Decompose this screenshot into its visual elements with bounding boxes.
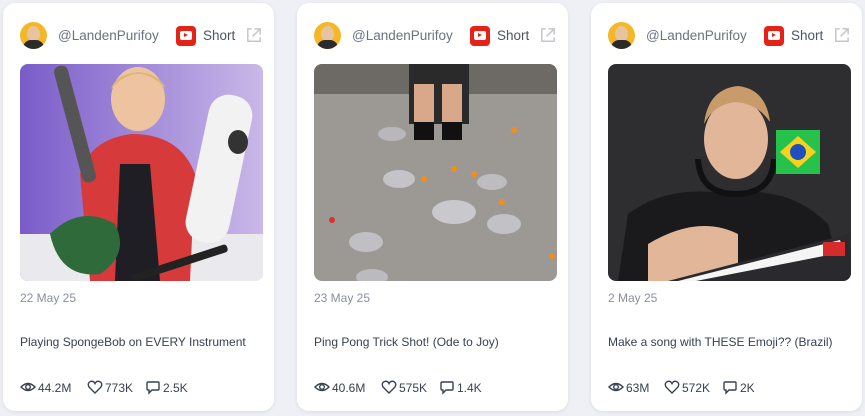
comments-count: 1.4K [457,381,482,395]
video-type-label: Short [791,28,824,43]
publish-date: 23 May 25 [314,291,371,305]
card-header: @LandenPurifoy Short [314,19,557,53]
eye-icon [314,382,330,392]
video-card[interactable]: @LandenPurifoy Short [297,3,568,411]
external-link-icon[interactable] [832,26,851,45]
video-card[interactable]: @LandenPurifoy Short 2 May 25 Make a son… [591,3,862,411]
card-header: @LandenPurifoy Short [20,19,263,53]
publish-date: 2 May 25 [608,291,658,305]
avatar[interactable] [20,22,47,49]
comments-count: 2.5K [163,381,188,395]
external-link-icon[interactable] [538,26,557,45]
likes-count: 572K [682,381,711,395]
heart-icon [664,380,680,394]
heart-icon [381,380,397,394]
video-type-label: Short [497,28,530,43]
video-thumbnail[interactable] [314,64,557,281]
avatar[interactable] [314,22,341,49]
comment-icon [723,381,737,395]
video-type-label: Short [203,28,236,43]
views-count: 40.6M [332,381,366,395]
likes-count: 575K [399,381,428,395]
views-count: 44.2M [38,381,72,395]
publish-date: 22 May 25 [20,291,77,305]
video-title[interactable]: Ping Pong Trick Shot! (Ode to Joy) [314,335,499,349]
video-thumbnail[interactable] [608,64,851,281]
eye-icon [608,382,624,392]
comment-icon [440,381,454,395]
youtube-icon [470,26,490,46]
external-link-icon[interactable] [244,26,263,45]
avatar[interactable] [608,22,635,49]
channel-handle[interactable]: @LandenPurifoy [646,28,747,43]
comments-count: 2K [740,381,755,395]
video-title[interactable]: Playing SpongeBob on EVERY Instrument [20,335,246,349]
eye-icon [20,382,36,392]
likes-count: 773K [105,381,134,395]
heart-icon [87,380,103,394]
card-header: @LandenPurifoy Short [608,19,851,53]
youtube-icon [764,26,784,46]
video-title[interactable]: Make a song with THESE Emoji?? (Brazil) [608,335,833,349]
channel-handle[interactable]: @LandenPurifoy [58,28,159,43]
views-count: 63M [626,381,650,395]
channel-handle[interactable]: @LandenPurifoy [352,28,453,43]
comment-icon [146,381,160,395]
video-thumbnail[interactable] [20,64,263,281]
video-card[interactable]: @LandenPurifoy Short [3,3,274,411]
youtube-icon [176,26,196,46]
